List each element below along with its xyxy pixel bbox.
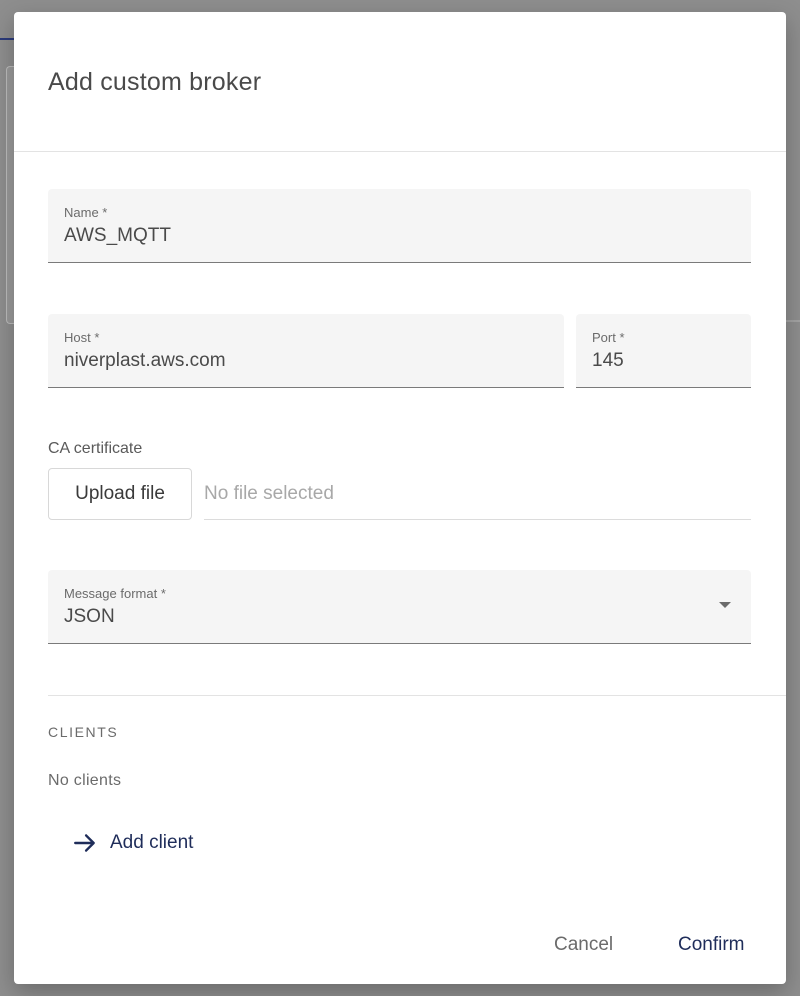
clients-divider [48, 695, 786, 696]
file-status-field: No file selected [204, 468, 751, 520]
message-format-value: JSON [64, 606, 115, 627]
dropdown-arrow-icon[interactable] [719, 602, 731, 608]
backdrop-header-line [0, 38, 14, 40]
add-client-button[interactable]: Add client [72, 826, 193, 860]
clients-heading: CLIENTS [48, 724, 119, 740]
message-format-select[interactable]: Message format * JSON [48, 570, 751, 644]
host-field-value[interactable]: niverplast.aws.com [64, 350, 226, 372]
upload-file-button[interactable]: Upload file [48, 468, 192, 520]
host-field-label: Host * [64, 330, 100, 345]
name-field-value[interactable]: AWS_MQTT [64, 225, 171, 247]
port-field-value[interactable]: 145 [592, 350, 624, 372]
name-field[interactable]: Name * AWS_MQTT [48, 189, 751, 263]
port-field-label: Port * [592, 330, 625, 345]
add-client-label: Add client [110, 832, 194, 853]
no-clients-text: No clients [48, 772, 122, 789]
ca-certificate-label: CA certificate [48, 440, 143, 457]
backdrop-panel-edge [786, 320, 800, 322]
name-field-label: Name * [64, 205, 108, 220]
dialog-title: Add custom broker [48, 68, 262, 96]
host-field[interactable]: Host * niverplast.aws.com [48, 314, 564, 388]
file-status-text: No file selected [204, 483, 334, 504]
confirm-button[interactable]: Confirm [678, 928, 745, 962]
message-format-label: Message format * [64, 586, 166, 601]
add-broker-dialog: Add custom broker Name * AWS_MQTT Host *… [14, 12, 786, 984]
title-divider [14, 151, 786, 152]
cancel-button[interactable]: Cancel [554, 928, 613, 962]
arrow-right-icon [74, 834, 95, 852]
port-field[interactable]: Port * 145 [576, 314, 751, 388]
